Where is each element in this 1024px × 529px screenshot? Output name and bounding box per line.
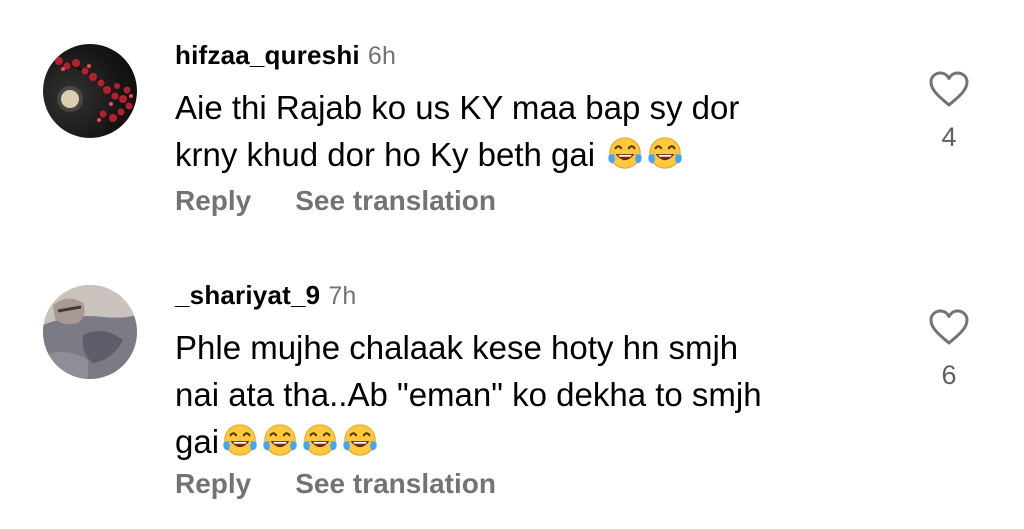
comment-line-with-emoji: krny khud dor ho Ky beth gai bbox=[175, 131, 875, 178]
comment-1: hifzaa_qureshi 6h Aie thi Rajab ko us KY … bbox=[0, 0, 1024, 260]
see-translation-button[interactable]: See translation bbox=[295, 185, 496, 217]
comment-text: Aie thi Rajab ko us KY maa bap sy dor kr… bbox=[175, 84, 875, 178]
laughing-tears-emoji-icon bbox=[341, 421, 379, 459]
like-control: 4 bbox=[926, 70, 972, 153]
avatar[interactable] bbox=[43, 285, 137, 379]
laughing-tears-emoji-icon bbox=[606, 134, 644, 172]
username[interactable]: hifzaa_qureshi 6h bbox=[175, 40, 396, 71]
comment-line: Phle mujhe chalaak kese hoty hn smjh bbox=[175, 329, 739, 366]
laughing-tears-emoji-icon bbox=[261, 421, 299, 459]
comment-text: Phle mujhe chalaak kese hoty hn smjh nai… bbox=[175, 324, 875, 465]
username-text[interactable]: _shariyat_9 bbox=[175, 280, 320, 310]
like-count: 6 bbox=[941, 360, 957, 390]
reply-button[interactable]: Reply bbox=[175, 185, 251, 217]
comment-time: 7h bbox=[328, 282, 357, 310]
comment-actions: Reply See translation bbox=[175, 468, 496, 500]
laughing-tears-emoji-icon bbox=[301, 421, 339, 459]
comment-time: 6h bbox=[367, 42, 397, 70]
comment-line: Aie thi Rajab ko us KY maa bap sy dor bbox=[175, 89, 740, 126]
laughing-tears-emoji-icon bbox=[221, 421, 259, 459]
see-translation-button[interactable]: See translation bbox=[295, 468, 496, 500]
heart-icon[interactable] bbox=[928, 308, 970, 346]
username[interactable]: _shariyat_9 7h bbox=[175, 280, 357, 311]
comment-line-with-emoji: gai bbox=[175, 418, 875, 465]
comment-2: _shariyat_9 7h Phle mujhe chalaak kese ho… bbox=[0, 260, 1024, 529]
avatar-image bbox=[43, 285, 137, 379]
laughing-tears-emoji-icon bbox=[646, 134, 684, 172]
heart-icon[interactable] bbox=[928, 70, 970, 108]
comment-actions: Reply See translation bbox=[175, 185, 496, 217]
comment-line: nai ata tha..Ab "eman" ko dekha to smjh bbox=[175, 376, 762, 413]
avatar[interactable] bbox=[43, 44, 137, 138]
like-control: 6 bbox=[926, 308, 972, 391]
avatar-image bbox=[55, 57, 137, 122]
like-count: 4 bbox=[941, 122, 957, 152]
username-text[interactable]: hifzaa_qureshi bbox=[175, 40, 360, 70]
reply-button[interactable]: Reply bbox=[175, 468, 251, 500]
